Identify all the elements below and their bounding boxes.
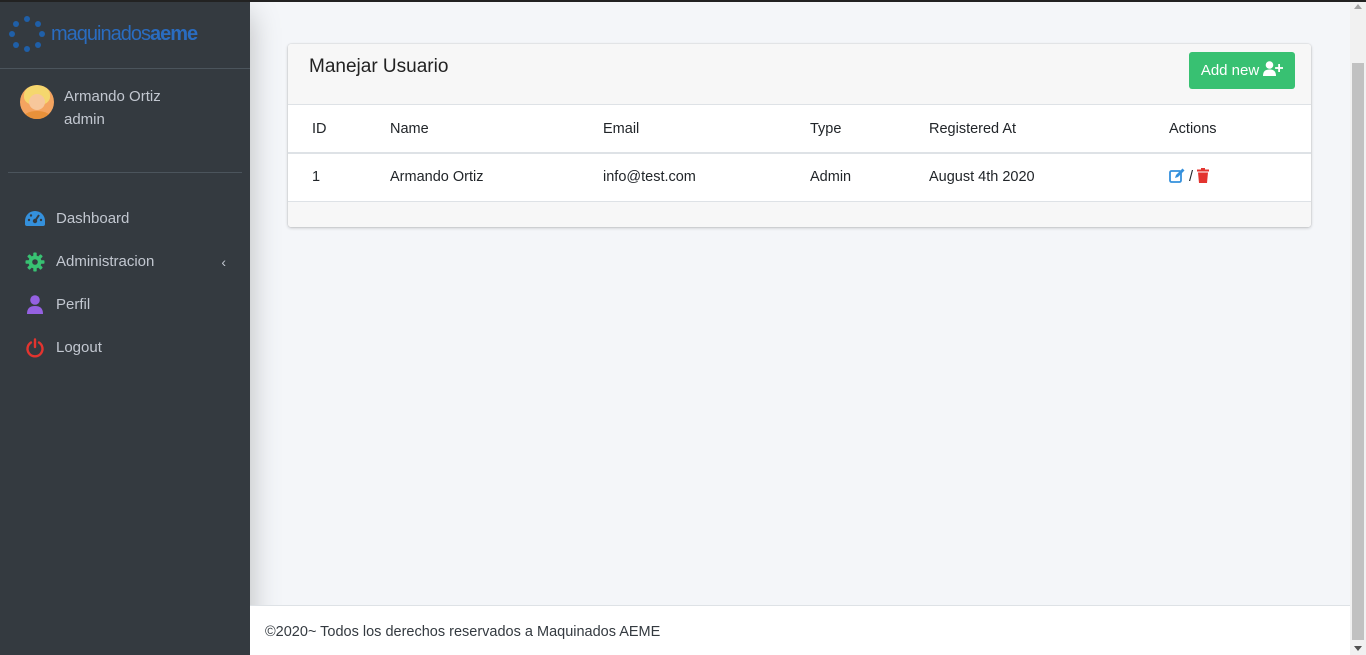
user-plus-icon — [1263, 61, 1284, 80]
brand-link[interactable]: maquinadosaeme — [0, 0, 250, 69]
column-header-email: Email — [603, 105, 810, 154]
sidebar-item-label: Administracion — [56, 253, 155, 270]
column-header-registered-at: Registered At — [929, 105, 1169, 154]
user-icon — [24, 294, 46, 316]
user-panel: Armando Ortiz admin — [8, 69, 242, 173]
sidebar-item-logout[interactable]: Logout — [8, 326, 242, 369]
gear-icon — [24, 251, 46, 273]
card-title: Manejar Usuario — [309, 56, 449, 77]
table-row: 1 Armando Ortiz info@test.com Admin Augu… — [288, 153, 1311, 202]
card-footer — [288, 201, 1311, 227]
users-card: Manejar Usuario Add new ID Name Email Ty… — [288, 44, 1311, 227]
cell-email: info@test.com — [603, 153, 810, 202]
sidebar-item-administracion[interactable]: Administracion ‹ — [8, 240, 242, 283]
vertical-scrollbar[interactable] — [1350, 0, 1366, 655]
sidebar-item-label: Perfil — [56, 296, 91, 313]
sidebar-item-label: Logout — [56, 339, 102, 356]
sidebar-item-label: Dashboard — [56, 210, 130, 227]
card-header: Manejar Usuario Add new — [288, 44, 1311, 105]
column-header-type: Type — [810, 105, 929, 154]
cell-name: Armando Ortiz — [390, 153, 603, 202]
users-table: ID Name Email Type Registered At Actions… — [288, 105, 1311, 202]
sidebar-item-dashboard[interactable]: Dashboard — [8, 197, 242, 240]
brand-logo-icon — [8, 15, 46, 53]
footer-copyright: ©2020~ Todos los derechos reservados a M… — [265, 624, 661, 640]
tachometer-icon — [24, 208, 46, 230]
actions-separator: / — [1189, 169, 1194, 186]
add-new-label: Add new — [1200, 62, 1260, 79]
cell-id: 1 — [288, 153, 390, 202]
user-name[interactable]: Armando Ortiz — [64, 85, 161, 108]
chevron-left-icon: ‹ — [221, 253, 226, 270]
column-header-id: ID — [288, 105, 390, 154]
cell-type: Admin — [810, 153, 929, 202]
window-top-border — [0, 0, 1366, 2]
sidebar: maquinadosaeme Armando Ortiz admin Dashb… — [0, 0, 250, 655]
edit-icon[interactable] — [1169, 168, 1185, 187]
main-content: Manejar Usuario Add new ID Name Email Ty… — [250, 2, 1350, 655]
user-role: admin — [64, 111, 105, 128]
trash-icon[interactable] — [1197, 167, 1210, 187]
table-header-row: ID Name Email Type Registered At Actions — [288, 105, 1311, 154]
cell-actions: / — [1169, 153, 1311, 202]
add-new-button[interactable]: Add new — [1189, 52, 1295, 89]
cell-registered-at: August 4th 2020 — [929, 153, 1169, 202]
scroll-down-arrow-icon[interactable] — [1354, 646, 1362, 651]
scroll-up-arrow-icon[interactable] — [1354, 4, 1362, 9]
power-icon — [24, 337, 46, 359]
column-header-actions: Actions — [1169, 105, 1311, 154]
page-footer: ©2020~ Todos los derechos reservados a M… — [250, 605, 1350, 655]
sidebar-nav: Dashboard Administracion ‹ Perfil Logout — [0, 197, 250, 369]
avatar[interactable] — [20, 85, 54, 119]
sidebar-item-perfil[interactable]: Perfil — [8, 283, 242, 326]
brand-name: maquinadosaeme — [51, 22, 198, 45]
column-header-name: Name — [390, 105, 603, 154]
scrollbar-thumb[interactable] — [1352, 63, 1364, 640]
